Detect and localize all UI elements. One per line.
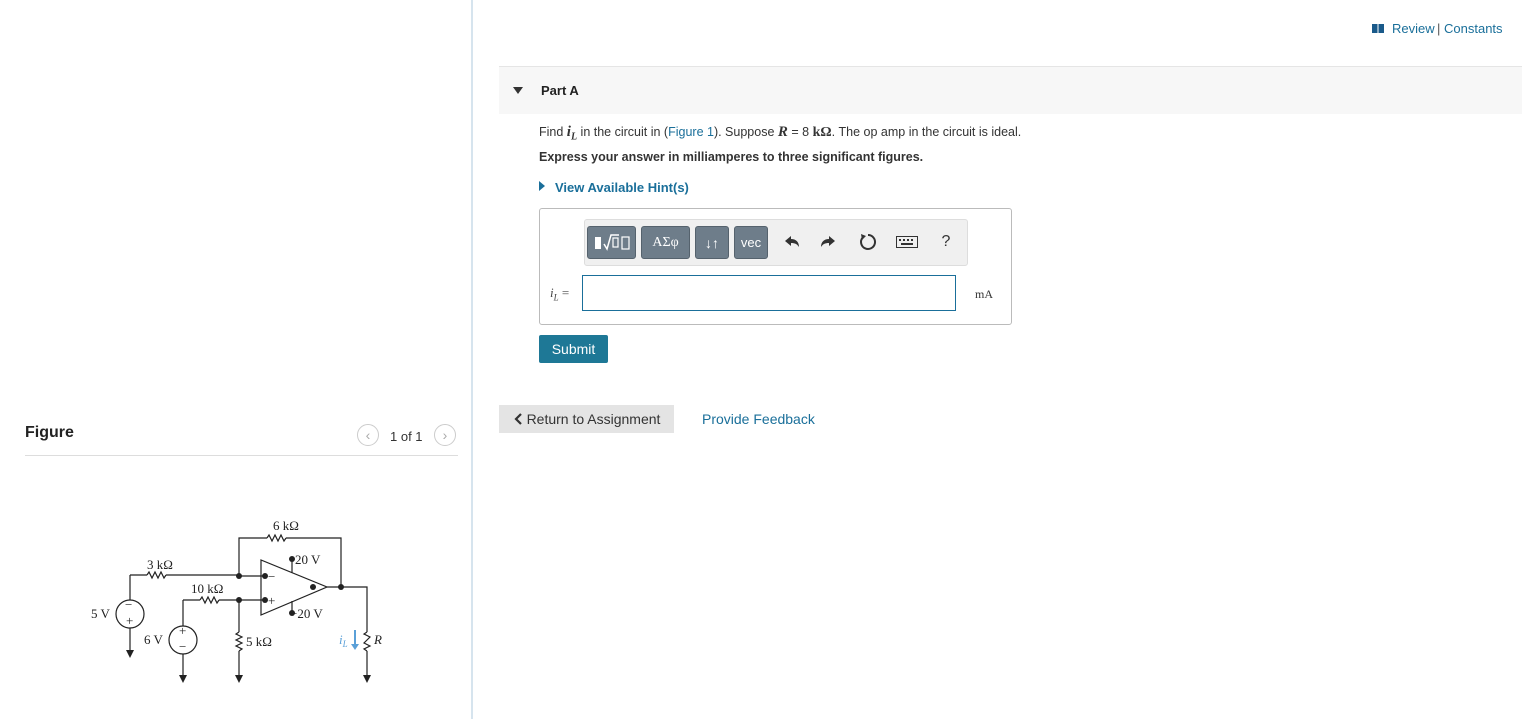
instruction-text: Express your answer in milliamperes to t… bbox=[539, 150, 924, 164]
label-opamp-plus: + bbox=[268, 593, 275, 608]
expand-caret-icon[interactable] bbox=[539, 181, 545, 191]
label-5k: 5 kΩ bbox=[246, 634, 272, 649]
label-opamp-minus: − bbox=[268, 569, 275, 584]
label-6v-plus: + bbox=[179, 623, 186, 638]
unit-label: mA bbox=[975, 287, 993, 301]
redo-icon[interactable] bbox=[816, 230, 840, 254]
header-separator: | bbox=[1437, 21, 1441, 36]
label-10k: 10 kΩ bbox=[191, 581, 223, 596]
label-6v-minus: − bbox=[179, 639, 186, 654]
question-text: Find iL in the circuit in (Figure 1). Su… bbox=[539, 124, 1022, 143]
circuit-diagram: 6 kΩ 3 kΩ 10 kΩ 5 kΩ 20 V −20 V 5 V 6 V … bbox=[91, 518, 382, 683]
submit-button[interactable]: Submit bbox=[539, 335, 608, 363]
label-5v-minus: − bbox=[125, 597, 132, 612]
chevron-left-icon bbox=[514, 413, 522, 425]
figure-divider bbox=[25, 455, 458, 456]
answer-label: iL = bbox=[550, 285, 570, 303]
greek-button[interactable]: ΑΣφ bbox=[641, 226, 690, 259]
help-icon[interactable]: ? bbox=[934, 230, 958, 254]
constants-link[interactable]: Constants bbox=[1444, 21, 1503, 36]
part-a-header[interactable] bbox=[499, 66, 1522, 114]
keyboard-icon[interactable] bbox=[895, 230, 919, 254]
figure-title: Figure bbox=[25, 424, 74, 441]
review-link[interactable]: Review bbox=[1392, 21, 1435, 36]
prev-figure-button[interactable]: ‹ bbox=[357, 424, 379, 446]
answer-input[interactable] bbox=[582, 275, 956, 311]
chevron-right-icon: › bbox=[442, 427, 448, 443]
part-title: Part A bbox=[541, 83, 579, 98]
panel-divider bbox=[471, 0, 473, 719]
next-figure-button[interactable]: › bbox=[434, 424, 456, 446]
figure-pager: 1 of 1 bbox=[390, 429, 423, 444]
label-5v: 5 V bbox=[91, 606, 111, 621]
label-r: R bbox=[373, 632, 382, 647]
chevron-left-icon: ‹ bbox=[365, 427, 371, 443]
figure-link[interactable]: Figure 1 bbox=[668, 125, 714, 139]
label-3k: 3 kΩ bbox=[147, 557, 173, 572]
label-il: iL bbox=[339, 632, 348, 649]
undo-icon[interactable] bbox=[780, 230, 804, 254]
vec-button[interactable]: vec bbox=[734, 226, 768, 259]
return-to-assignment-button[interactable]: Return to Assignment bbox=[499, 405, 674, 433]
label-6k: 6 kΩ bbox=[273, 518, 299, 533]
math-toolbar: ΑΣφ ↓↑ vec ? bbox=[584, 219, 968, 266]
templates-button[interactable] bbox=[587, 226, 636, 259]
label-6v: 6 V bbox=[144, 632, 164, 647]
book-icon bbox=[1372, 24, 1384, 33]
reset-icon[interactable] bbox=[856, 230, 880, 254]
arrows-button[interactable]: ↓↑ bbox=[695, 226, 729, 259]
label-5v-plus: + bbox=[126, 613, 133, 628]
collapse-caret-icon[interactable] bbox=[513, 87, 523, 94]
provide-feedback-link[interactable]: Provide Feedback bbox=[702, 411, 815, 427]
label-vpos: 20 V bbox=[295, 552, 321, 567]
templates-icon bbox=[594, 233, 630, 251]
label-vneg: −20 V bbox=[290, 606, 323, 621]
view-hints-link[interactable]: View Available Hint(s) bbox=[555, 180, 689, 195]
